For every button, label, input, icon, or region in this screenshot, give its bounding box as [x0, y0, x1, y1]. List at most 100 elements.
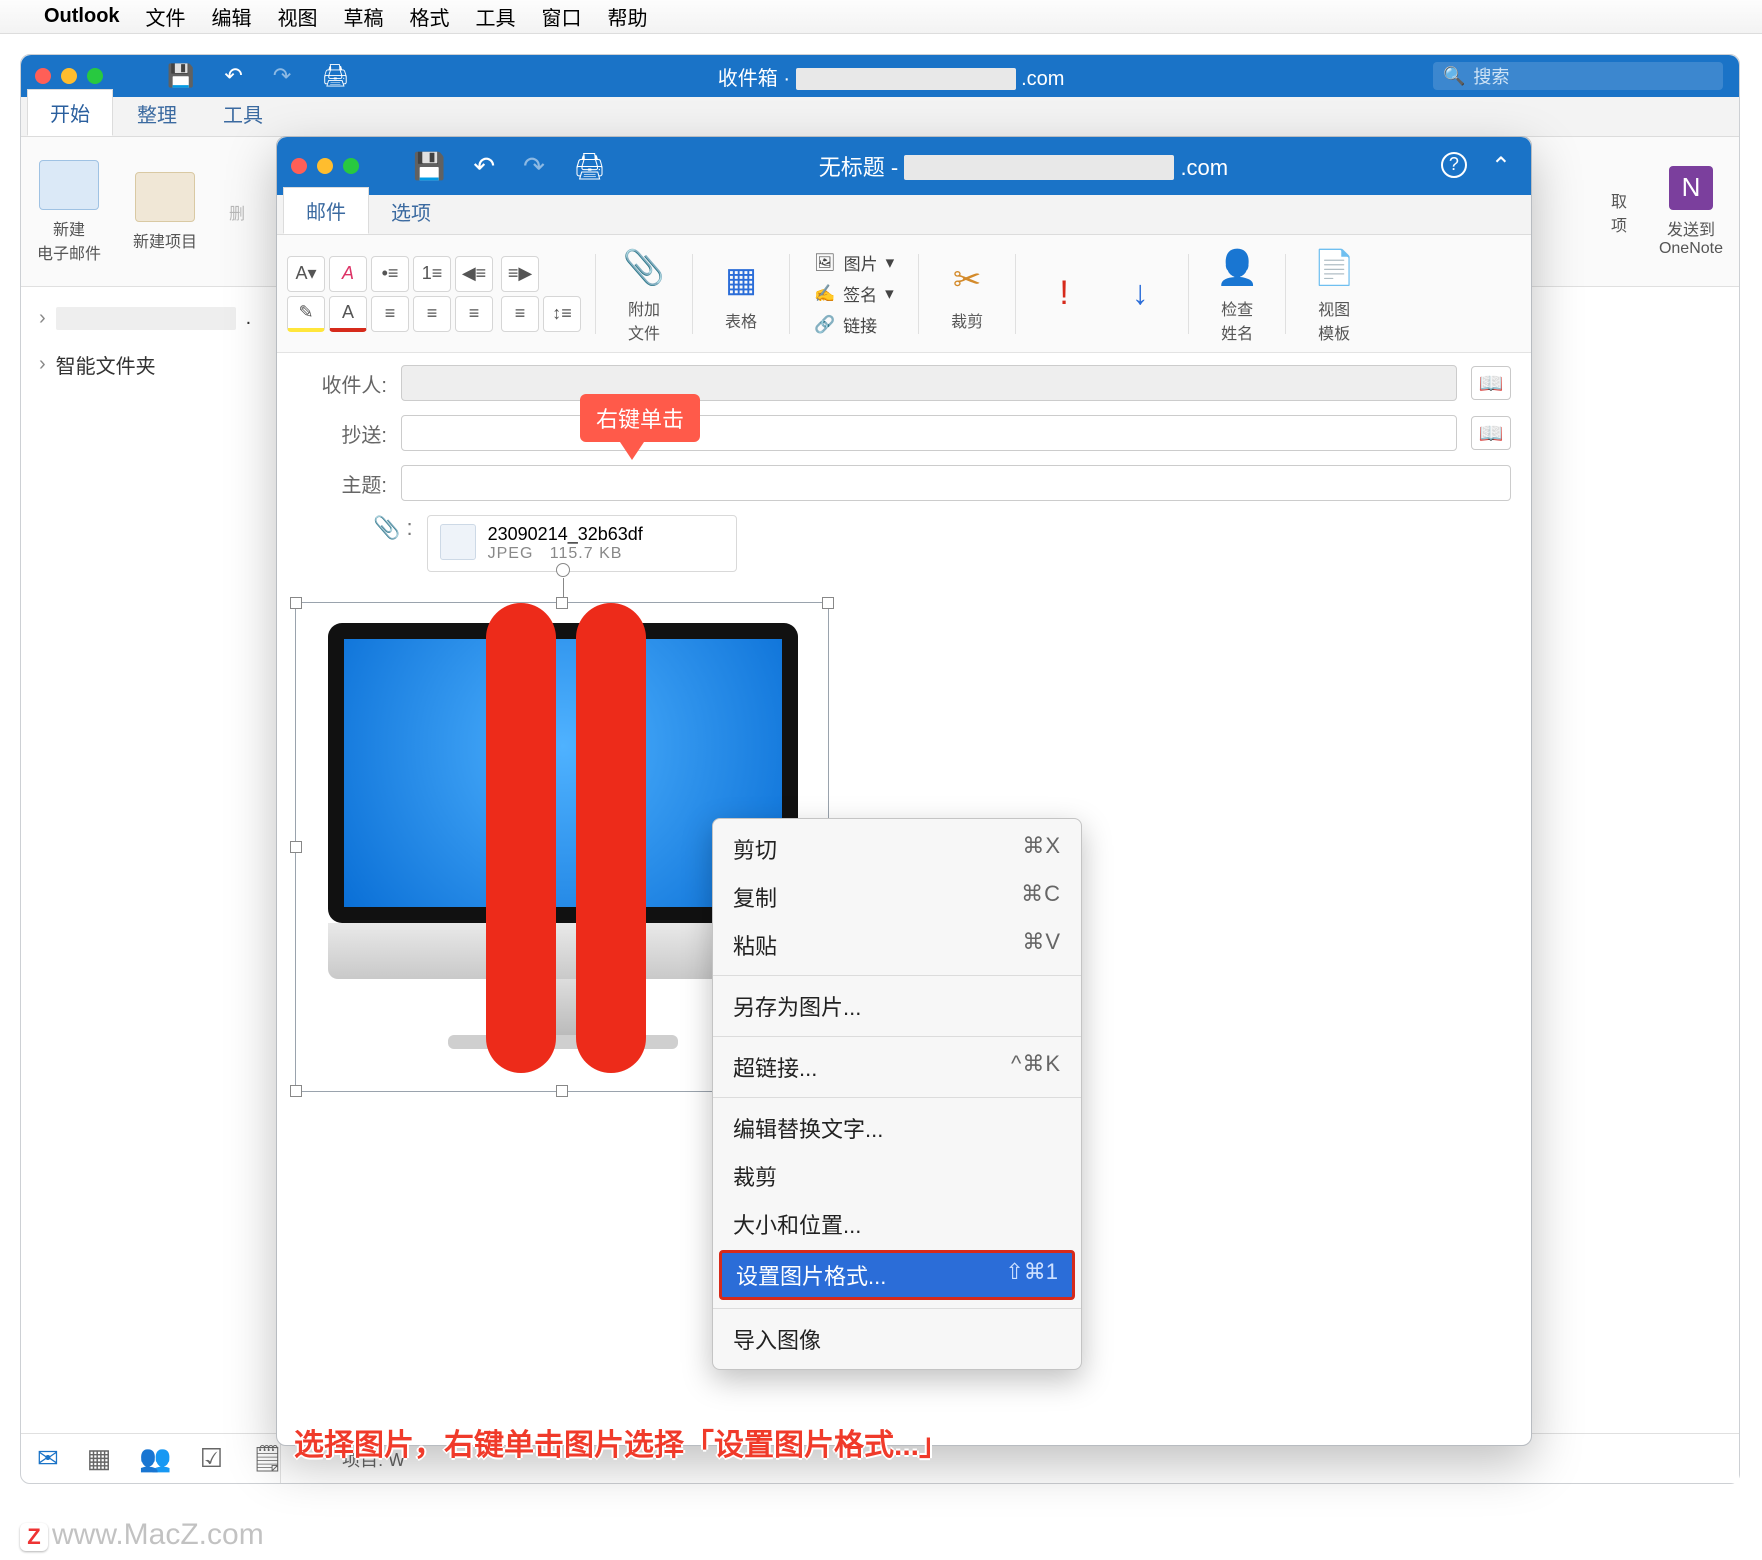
- zoom-icon[interactable]: [87, 68, 103, 84]
- resize-handle[interactable]: [290, 841, 302, 853]
- check-names-button[interactable]: 👤 检查 姓名: [1203, 244, 1271, 344]
- font-size-btn[interactable]: A▾: [287, 256, 325, 292]
- tab-message[interactable]: 邮件: [283, 187, 369, 234]
- help-icon[interactable]: ?: [1441, 152, 1467, 178]
- menu-format[interactable]: 格式: [410, 2, 450, 31]
- cm-crop[interactable]: 裁剪: [713, 1152, 1081, 1200]
- picture-icon: 🖼: [814, 253, 836, 273]
- menu-tools[interactable]: 工具: [476, 2, 516, 31]
- justify-btn[interactable]: ≡: [501, 296, 539, 332]
- delete-button[interactable]: 删: [213, 137, 261, 286]
- align-center-btn[interactable]: ≡: [413, 296, 451, 332]
- tasks-icon[interactable]: ☑: [200, 1443, 223, 1474]
- sidebar-smart-folders[interactable]: › 智能文件夹: [21, 340, 280, 389]
- save-icon[interactable]: 💾: [167, 63, 194, 89]
- address-book-button[interactable]: 📖: [1471, 366, 1511, 400]
- cm-format-picture[interactable]: 设置图片格式...⇧⌘1: [719, 1250, 1075, 1300]
- watermark: Zwww.MacZ.com: [20, 1518, 264, 1552]
- subject-label: 主题:: [313, 469, 387, 498]
- redo-icon[interactable]: ↷: [523, 151, 545, 182]
- cm-cut[interactable]: 剪切⌘X: [713, 825, 1081, 873]
- align-right-btn[interactable]: ≡: [455, 296, 493, 332]
- clear-format-btn[interactable]: A: [329, 256, 367, 292]
- redo-icon[interactable]: ↷: [273, 63, 291, 89]
- instruction-annotation: 选择图片，右键单击图片选择「设置图片格式...」: [294, 1420, 949, 1464]
- outdent-btn[interactable]: ◀≡: [455, 256, 493, 292]
- attach-file-button[interactable]: 📎 附加 文件: [610, 244, 678, 344]
- calendar-icon[interactable]: ▦: [87, 1443, 112, 1474]
- priority-low-button[interactable]: ↓: [1106, 270, 1174, 318]
- resize-handle[interactable]: [290, 597, 302, 609]
- cm-edit-alt-text[interactable]: 编辑替换文字...: [713, 1104, 1081, 1152]
- search-input[interactable]: 🔍 搜索: [1433, 62, 1723, 90]
- menu-draft[interactable]: 草稿: [344, 2, 384, 31]
- tab-tools[interactable]: 工具: [201, 91, 285, 136]
- cm-hyperlink[interactable]: 超链接...^⌘K: [713, 1043, 1081, 1091]
- menu-edit[interactable]: 编辑: [212, 2, 252, 31]
- compose-titlebar: 💾 ↶ ↷ 🖨 无标题 - xxxxxxxxxx .com ? ⌃: [277, 137, 1531, 195]
- menu-view[interactable]: 视图: [278, 2, 318, 31]
- minimize-icon[interactable]: [317, 158, 333, 174]
- insert-picture-button[interactable]: 🖼图片 ▾: [814, 250, 894, 275]
- cm-paste[interactable]: 粘贴⌘V: [713, 921, 1081, 969]
- cm-copy[interactable]: 复制⌘C: [713, 873, 1081, 921]
- menu-file[interactable]: 文件: [146, 2, 186, 31]
- resize-handle[interactable]: [822, 597, 834, 609]
- signature-icon: ✍: [814, 284, 835, 304]
- close-icon[interactable]: [35, 68, 51, 84]
- cc-label: 抄送:: [313, 419, 387, 448]
- new-item-button[interactable]: 新建项目: [117, 137, 213, 286]
- app-name[interactable]: Outlook: [44, 5, 120, 28]
- get-items-button[interactable]: 取 项: [1595, 137, 1643, 286]
- collapse-ribbon-icon[interactable]: ⌃: [1491, 152, 1511, 181]
- undo-icon[interactable]: ↶: [224, 63, 242, 89]
- view-template-button[interactable]: 📄 视图 模板: [1300, 244, 1368, 344]
- save-icon[interactable]: 💾: [413, 151, 445, 182]
- font-color-btn[interactable]: A: [329, 296, 367, 332]
- hyperlink-button[interactable]: 🔗链接: [814, 312, 894, 337]
- undo-icon[interactable]: ↶: [473, 151, 495, 182]
- numbering-btn[interactable]: 1≡: [413, 256, 451, 292]
- new-email-button[interactable]: 新建 电子邮件: [21, 137, 117, 286]
- mail-icon[interactable]: ✉: [37, 1443, 59, 1474]
- to-input[interactable]: [401, 365, 1457, 401]
- sidebar-account[interactable]: › xxxxxx.: [21, 297, 280, 340]
- highlight-btn[interactable]: ✎: [287, 296, 325, 332]
- tab-options[interactable]: 选项: [369, 189, 453, 234]
- align-left-btn[interactable]: ≡: [371, 296, 409, 332]
- cm-import-image[interactable]: 导入图像: [713, 1315, 1081, 1363]
- context-menu: 剪切⌘X 复制⌘C 粘贴⌘V 另存为图片... 超链接...^⌘K 编辑替换文字…: [712, 818, 1082, 1370]
- tab-organize[interactable]: 整理: [115, 91, 199, 136]
- menu-window[interactable]: 窗口: [542, 2, 582, 31]
- resize-handle[interactable]: [556, 1085, 568, 1097]
- indent-btn[interactable]: ≡▶: [501, 256, 539, 292]
- address-book-button[interactable]: 📖: [1471, 416, 1511, 450]
- priority-high-button[interactable]: !: [1030, 270, 1098, 318]
- crop-button[interactable]: ✂ 裁剪: [933, 256, 1001, 332]
- subject-input[interactable]: [401, 465, 1511, 501]
- send-onenote-button[interactable]: N 发送到 OneNote: [1643, 137, 1739, 286]
- bullets-btn[interactable]: •≡: [371, 256, 409, 292]
- table-button[interactable]: ▦ 表格: [707, 256, 775, 332]
- new-email-icon: [39, 160, 99, 210]
- line-spacing-btn[interactable]: ↕≡: [543, 296, 581, 332]
- resize-handle[interactable]: [556, 597, 568, 609]
- menu-help[interactable]: 帮助: [608, 2, 648, 31]
- close-icon[interactable]: [291, 158, 307, 174]
- template-icon: 📄: [1310, 244, 1358, 292]
- cc-input[interactable]: [401, 415, 1457, 451]
- print-icon[interactable]: 🖨: [573, 151, 606, 182]
- people-icon[interactable]: 👥: [139, 1443, 171, 1474]
- print-icon[interactable]: 🖨: [321, 63, 349, 89]
- attachment-chip[interactable]: 23090214_32b63df JPEG 115.7 KB: [427, 515, 737, 572]
- cm-save-as-picture[interactable]: 另存为图片...: [713, 982, 1081, 1030]
- chevron-right-icon: ›: [39, 353, 46, 376]
- resize-handle[interactable]: [290, 1085, 302, 1097]
- signature-button[interactable]: ✍签名 ▾: [814, 281, 894, 306]
- tab-home[interactable]: 开始: [27, 89, 113, 136]
- minimize-icon[interactable]: [61, 68, 77, 84]
- notes-icon[interactable]: 🗒: [251, 1443, 284, 1474]
- cm-size-position[interactable]: 大小和位置...: [713, 1200, 1081, 1248]
- zoom-icon[interactable]: [343, 158, 359, 174]
- rotate-handle[interactable]: [556, 563, 570, 577]
